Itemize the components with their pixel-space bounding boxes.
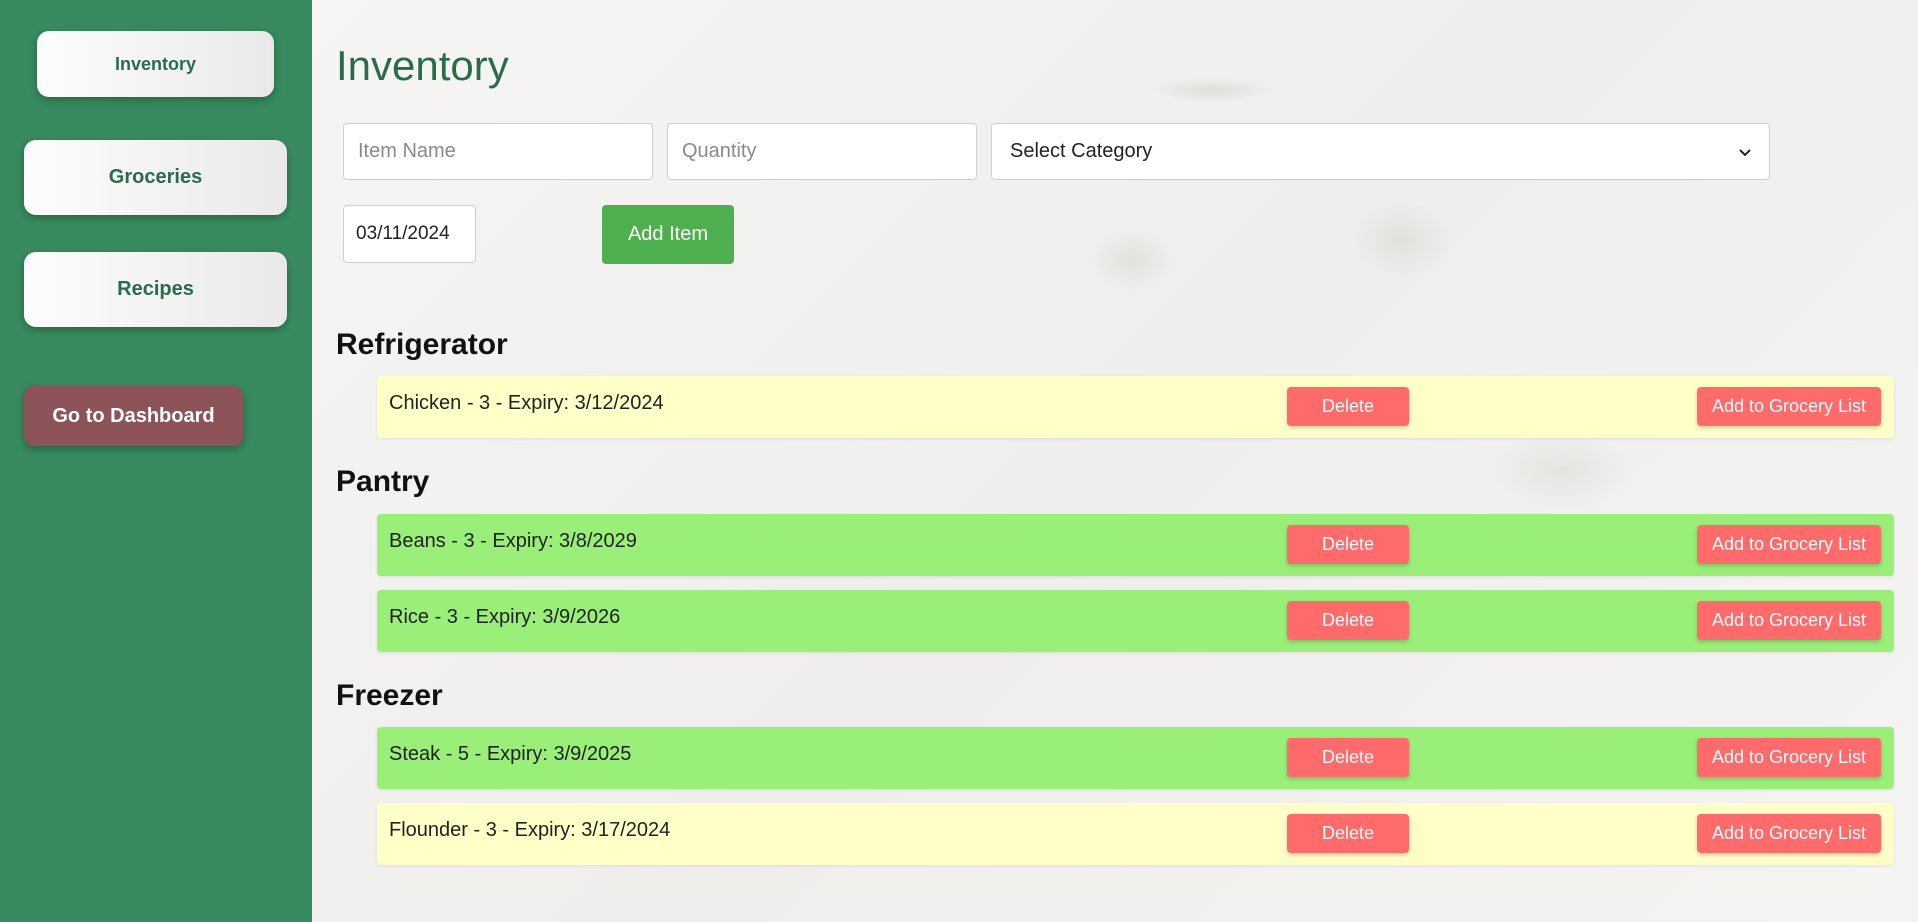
section-title-freezer: Freezer (336, 679, 443, 712)
nav-recipes-button[interactable]: Recipes (24, 252, 287, 327)
sidebar: Inventory Groceries Recipes Go to Dashbo… (0, 0, 312, 922)
item-name-input[interactable] (343, 123, 653, 180)
add-to-grocery-list-button[interactable]: Add to Grocery List (1697, 525, 1881, 564)
category-select-value: Select Category (1010, 140, 1153, 162)
nav-inventory-button[interactable]: Inventory (37, 31, 274, 97)
quantity-input[interactable] (667, 123, 977, 180)
add-to-grocery-list-button[interactable]: Add to Grocery List (1697, 814, 1881, 853)
expiry-date-input[interactable]: 03/11/2024 (343, 205, 476, 263)
add-to-grocery-list-button[interactable]: Add to Grocery List (1697, 738, 1881, 777)
section-title-refrigerator: Refrigerator (336, 328, 508, 361)
list-item: Flounder - 3 - Expiry: 3/17/2024 Delete … (377, 803, 1894, 865)
list-item: Rice - 3 - Expiry: 3/9/2026 Delete Add t… (377, 590, 1894, 652)
item-text: Flounder - 3 - Expiry: 3/17/2024 (389, 819, 671, 841)
chevron-down-icon (1739, 144, 1751, 160)
item-text: Rice - 3 - Expiry: 3/9/2026 (389, 606, 621, 628)
category-select[interactable]: Select Category (991, 123, 1770, 180)
item-text: Beans - 3 - Expiry: 3/8/2029 (389, 530, 637, 552)
item-text: Steak - 5 - Expiry: 3/9/2025 (389, 743, 632, 765)
add-to-grocery-list-button[interactable]: Add to Grocery List (1697, 387, 1881, 426)
nav-groceries-button[interactable]: Groceries (24, 140, 287, 215)
list-item: Beans - 3 - Expiry: 3/8/2029 Delete Add … (377, 514, 1894, 576)
delete-button[interactable]: Delete (1287, 814, 1409, 853)
delete-button[interactable]: Delete (1287, 525, 1409, 564)
list-item: Chicken - 3 - Expiry: 3/12/2024 Delete A… (377, 376, 1894, 438)
add-item-button[interactable]: Add Item (602, 205, 734, 264)
list-item: Steak - 5 - Expiry: 3/9/2025 Delete Add … (377, 727, 1894, 789)
delete-button[interactable]: Delete (1287, 738, 1409, 777)
delete-button[interactable]: Delete (1287, 387, 1409, 426)
item-text: Chicken - 3 - Expiry: 3/12/2024 (389, 392, 664, 414)
section-title-pantry: Pantry (336, 465, 430, 498)
go-to-dashboard-button[interactable]: Go to Dashboard (24, 386, 243, 446)
main-content: Inventory Select Category 03/11/2024 Add… (312, 0, 1918, 922)
add-to-grocery-list-button[interactable]: Add to Grocery List (1697, 601, 1881, 640)
delete-button[interactable]: Delete (1287, 601, 1409, 640)
page-title: Inventory (336, 42, 509, 89)
